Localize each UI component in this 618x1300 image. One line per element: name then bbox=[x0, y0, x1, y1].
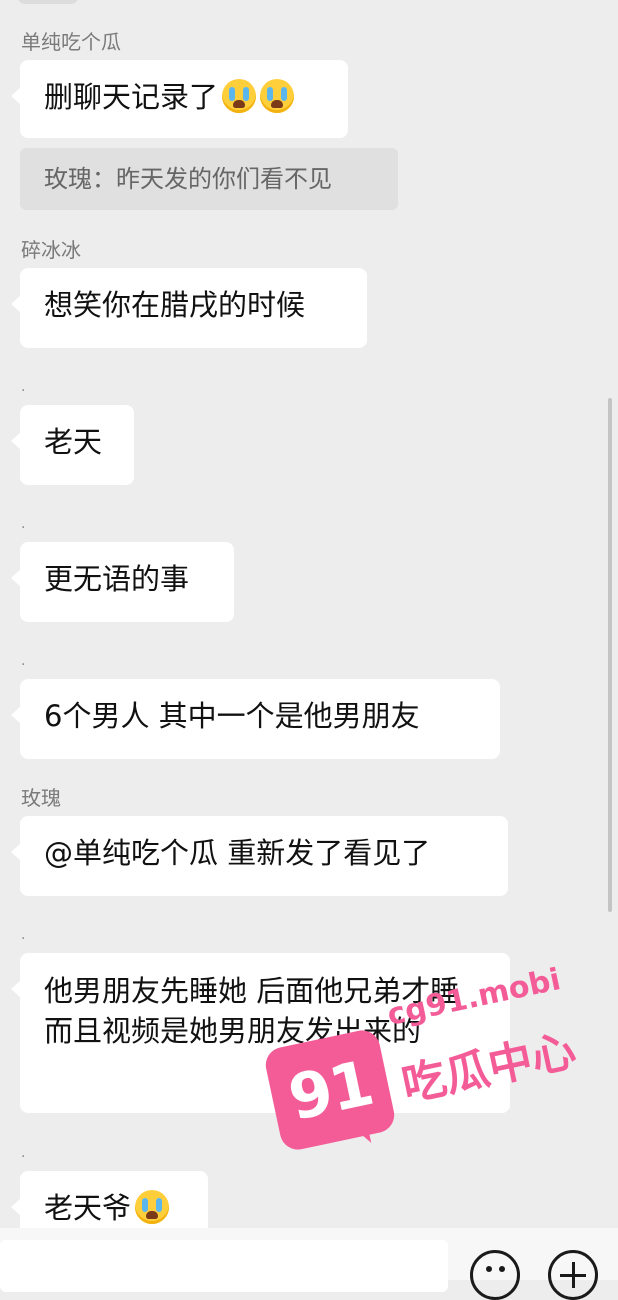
message-text: 删聊天记录了 bbox=[44, 80, 219, 114]
message-input[interactable] bbox=[0, 1240, 448, 1292]
sender-name: 玫瑰 bbox=[21, 786, 61, 810]
watermark-badge: 91 bbox=[262, 1027, 398, 1153]
message-bubble[interactable]: 6个男人 其中一个是他男朋友 bbox=[11, 679, 500, 759]
sender-name: . bbox=[21, 1145, 26, 1161]
crying-face-emoji-icon bbox=[260, 79, 295, 113]
crying-face-emoji-icon bbox=[135, 1190, 170, 1224]
previous-avatar-edge bbox=[18, 0, 78, 4]
sender-name: 单纯吃个瓜 bbox=[21, 30, 121, 54]
message-text: 更无语的事 bbox=[44, 562, 190, 596]
sender-name: . bbox=[21, 653, 26, 669]
quoted-message[interactable]: 玫瑰：昨天发的你们看不见 bbox=[20, 148, 398, 210]
watermark-brand: 吃瓜中心 bbox=[397, 1025, 581, 1112]
message-text: 想笑你在腊戌的时候 bbox=[44, 288, 306, 322]
watermark: 91 cg91.mobi 吃瓜中心 bbox=[262, 962, 602, 1170]
message-text: @单纯吃个瓜 重新发了看见了 bbox=[44, 836, 431, 870]
sender-name: . bbox=[21, 379, 26, 395]
chat-message-list[interactable]: 单纯吃个瓜 删聊天记录了 玫瑰：昨天发的你们看不见 碎冰冰 想笑你在腊戌的时候 … bbox=[0, 0, 618, 1228]
message-bubble[interactable]: 老天爷 bbox=[11, 1171, 208, 1228]
scrollbar[interactable] bbox=[608, 398, 612, 912]
smiley-face-icon[interactable] bbox=[470, 1250, 520, 1300]
message-text: 老天 bbox=[44, 425, 103, 459]
crying-face-emoji-icon bbox=[222, 79, 257, 113]
sender-name: . bbox=[21, 927, 26, 943]
message-bubble[interactable]: 更无语的事 bbox=[11, 542, 234, 622]
sender-name: . bbox=[21, 516, 26, 532]
message-bubble[interactable]: @单纯吃个瓜 重新发了看见了 bbox=[11, 816, 508, 896]
message-composer-bar bbox=[0, 1228, 618, 1300]
message-bubble[interactable]: 想笑你在腊戌的时候 bbox=[11, 268, 367, 348]
message-bubble[interactable]: 删聊天记录了 bbox=[11, 60, 348, 138]
sender-name: 碎冰冰 bbox=[21, 238, 81, 262]
plus-circle-icon[interactable] bbox=[548, 1250, 598, 1300]
message-bubble[interactable]: 老天 bbox=[11, 405, 134, 485]
message-text: 老天爷 bbox=[44, 1191, 132, 1225]
message-text: 6个男人 其中一个是他男朋友 bbox=[44, 699, 420, 733]
